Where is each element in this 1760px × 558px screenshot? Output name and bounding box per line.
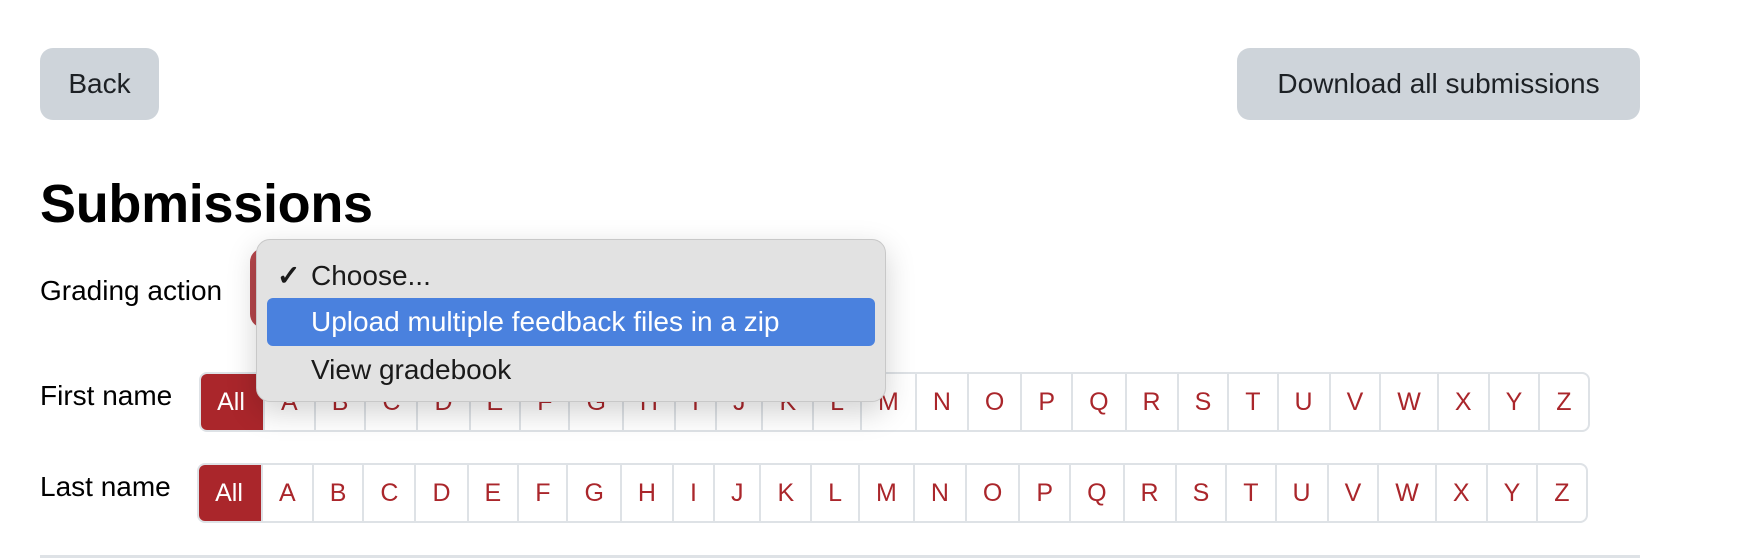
first-name-initial-q[interactable]: Q (1071, 374, 1124, 430)
last-name-initial-z[interactable]: Z (1536, 465, 1585, 521)
last-name-initial-s[interactable]: S (1174, 465, 1226, 521)
last-name-initial-n[interactable]: N (912, 465, 965, 521)
dropdown-option-upload-feedback-zip[interactable]: Upload multiple feedback files in a zip (267, 298, 875, 346)
last-name-initial-c[interactable]: C (362, 465, 414, 521)
last-name-initial-i[interactable]: I (671, 465, 713, 521)
last-name-initial-d[interactable]: D (414, 465, 466, 521)
first-name-initial-n[interactable]: N (914, 374, 967, 430)
last-name-initial-t[interactable]: T (1225, 465, 1274, 521)
dropdown-option-choose[interactable]: ✓ Choose... (267, 252, 875, 300)
first-name-initial-x[interactable]: X (1436, 374, 1488, 430)
first-name-initial-t[interactable]: T (1227, 374, 1276, 430)
page-title: Submissions (40, 174, 373, 234)
check-icon: ✓ (277, 260, 301, 291)
last-name-initial-r[interactable]: R (1122, 465, 1175, 521)
last-name-initial-l[interactable]: L (810, 465, 858, 521)
last-name-initial-a[interactable]: A (261, 465, 312, 521)
back-button[interactable]: Back (40, 48, 159, 120)
first-name-initial-s[interactable]: S (1176, 374, 1228, 430)
option-label: Upload multiple feedback files in a zip (311, 306, 780, 337)
last-name-initial-k[interactable]: K (759, 465, 810, 521)
grading-action-dropdown-menu: ✓ Choose... Upload multiple feedback fil… (256, 239, 886, 402)
last-name-filter-label: Last name (40, 471, 171, 502)
last-name-initial-o[interactable]: O (964, 465, 1018, 521)
last-name-initial-h[interactable]: H (619, 465, 672, 521)
last-name-initial-f[interactable]: F (517, 465, 566, 521)
last-name-initial-y[interactable]: Y (1485, 465, 1537, 521)
first-name-filter-label: First name (40, 380, 173, 411)
last-name-initial-all[interactable]: All (198, 465, 261, 521)
last-name-initial-m[interactable]: M (858, 465, 913, 521)
dropdown-option-view-gradebook[interactable]: View gradebook (267, 346, 875, 394)
last-name-initial-w[interactable]: W (1377, 465, 1435, 521)
option-label: View gradebook (311, 354, 512, 385)
last-name-initials-bar: All A B C D E F G H I J K L M N O P Q R S T U V W X Y Z (197, 463, 1588, 523)
last-name-initial-v[interactable]: V (1326, 465, 1378, 521)
last-name-initial-q[interactable]: Q (1069, 465, 1122, 521)
first-name-initial-u[interactable]: U (1276, 374, 1329, 430)
first-name-initial-w[interactable]: W (1379, 374, 1437, 430)
first-name-initial-o[interactable]: O (966, 374, 1020, 430)
last-name-initial-g[interactable]: G (566, 465, 619, 521)
download-all-submissions-button[interactable]: Download all submissions (1237, 48, 1640, 120)
last-name-initial-j[interactable]: J (712, 465, 760, 521)
last-name-initial-b[interactable]: B (311, 465, 363, 521)
first-name-initial-z[interactable]: Z (1538, 374, 1587, 430)
last-name-initial-x[interactable]: X (1434, 465, 1486, 521)
option-label: Choose... (311, 260, 431, 291)
last-name-initial-u[interactable]: U (1274, 465, 1327, 521)
last-name-initial-p[interactable]: P (1018, 465, 1069, 521)
first-name-initial-all[interactable]: All (200, 374, 263, 430)
last-name-initial-e[interactable]: E (466, 465, 518, 521)
first-name-initial-y[interactable]: Y (1487, 374, 1539, 430)
first-name-initial-r[interactable]: R (1124, 374, 1177, 430)
first-name-initial-p[interactable]: P (1020, 374, 1071, 430)
first-name-initial-v[interactable]: V (1328, 374, 1380, 430)
grading-action-label: Grading action (40, 275, 223, 306)
